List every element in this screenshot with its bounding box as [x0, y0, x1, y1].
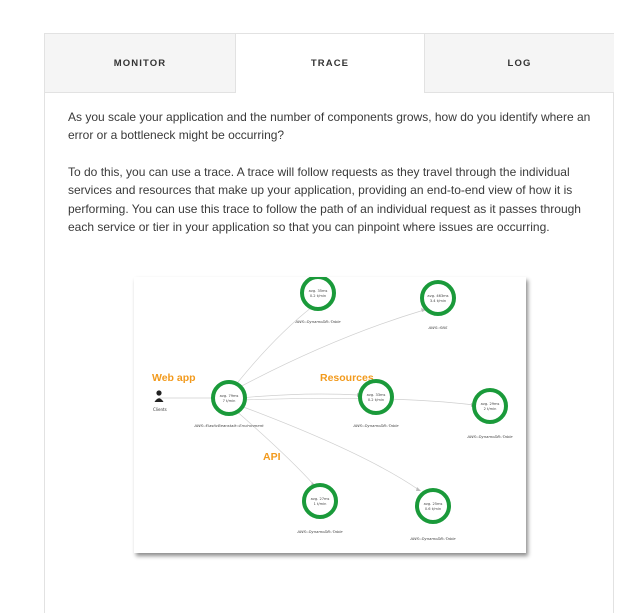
node-ddb-br-label: AWS::DynamoDB::Table — [409, 536, 456, 541]
diagram-edges — [159, 306, 475, 491]
tab-monitor[interactable]: MONITOR — [45, 34, 235, 93]
node-api-rate: 7 t/min — [223, 399, 236, 403]
tab-trace[interactable]: TRACE — [235, 34, 425, 93]
node-sns-latency: avg. 463ms — [427, 294, 448, 298]
node-ddb-mid-rate: 0.2 t/min — [368, 398, 384, 402]
api-label: API — [263, 451, 281, 463]
node-ddb-top-rate: 0.2 t/min — [310, 294, 326, 298]
node-api-label: AWS::ElasticBeanstalk::Environment — [193, 423, 264, 428]
node-ddb-mid-label: AWS::DynamoDB::Table — [352, 423, 399, 428]
node-ddb-top-latency: avg. 35ms — [309, 289, 328, 293]
web-app-label: Web app — [152, 372, 196, 384]
node-api[interactable]: avg. 79ms 7 t/min AWS::ElasticBeanstalk:… — [193, 380, 264, 428]
node-sns-rate: 3.4 t/min — [430, 299, 446, 303]
node-ddb-mid-latency: avg. 33ms — [367, 393, 386, 397]
node-ddb-bottom-latency: avg. 27ms — [311, 497, 330, 501]
node-ddb-right-rate: 2 t/min — [484, 407, 497, 411]
tab-content: As you scale your application and the nu… — [68, 108, 598, 254]
node-ddb-br-latency: avg. 25ms — [424, 502, 443, 506]
node-ddb-top[interactable]: avg. 35ms 0.2 t/min AWS::DynamoDB::Table — [294, 277, 341, 324]
trace-card: MONITOR TRACE LOG As you scale your appl… — [44, 33, 614, 613]
node-ddb-bottom-right[interactable]: avg. 25ms 0.6 t/min AWS::DynamoDB::Table — [409, 488, 456, 541]
node-sns-label: AWS::SNS — [428, 325, 449, 330]
node-ddb-top-label: AWS::DynamoDB::Table — [294, 319, 341, 324]
client-icon — [154, 390, 164, 402]
tab-log[interactable]: LOG — [425, 34, 614, 93]
node-ddb-bottom-rate: 1 t/min — [314, 502, 327, 506]
node-sns[interactable]: avg. 463ms 3.4 t/min AWS::SNS — [420, 280, 456, 330]
edge-arrowheads — [214, 305, 476, 491]
node-ddb-right-label: AWS::DynamoDB::Table — [466, 434, 513, 439]
trace-diagram: Web app Resources API Clients avg. 79ms … — [134, 277, 526, 553]
node-ddb-bottom-label: AWS::DynamoDB::Table — [296, 529, 343, 534]
client-label: Clients — [153, 407, 167, 412]
node-ddb-br-rate: 0.6 t/min — [425, 507, 441, 511]
tab-bar: MONITOR TRACE LOG — [45, 34, 614, 93]
intro-paragraph: As you scale your application and the nu… — [68, 110, 591, 143]
node-api-latency: avg. 79ms — [220, 394, 239, 398]
node-ddb-bottom[interactable]: avg. 27ms 1 t/min AWS::DynamoDB::Table — [296, 483, 343, 534]
node-ddb-mid[interactable]: avg. 33ms 0.2 t/min AWS::DynamoDB::Table — [352, 379, 399, 428]
node-ddb-right[interactable]: avg. 29ms 2 t/min AWS::DynamoDB::Table — [466, 388, 513, 439]
trace-paragraph: To do this, you can use a trace. A trace… — [68, 164, 581, 235]
node-ddb-right-latency: avg. 29ms — [481, 402, 500, 406]
